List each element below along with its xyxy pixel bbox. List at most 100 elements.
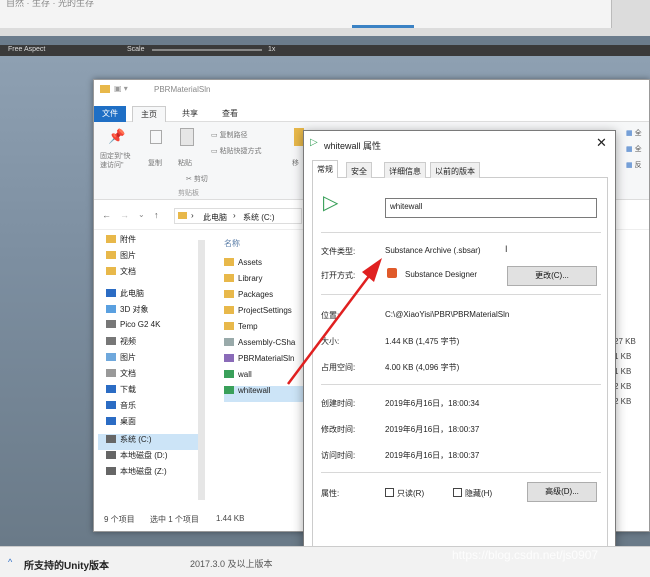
clipboard-group-label: 剪贴板 (178, 190, 199, 197)
nav-scrollbar[interactable] (198, 240, 205, 500)
change-button[interactable]: 更改(C)... (507, 266, 597, 286)
nav-item[interactable]: 桌面 (106, 416, 136, 432)
checkbox-box (453, 488, 462, 497)
tab-home[interactable]: 主页 (132, 106, 166, 122)
file-list-item[interactable]: ProjectSettings (224, 306, 292, 322)
nav-item[interactable]: 下载 (106, 384, 136, 400)
up-arrow-icon[interactable]: ↑ (154, 210, 159, 220)
separator (321, 232, 601, 233)
nav-item[interactable]: 系统 (C:) (98, 434, 198, 450)
file-list-item[interactable]: Packages (224, 290, 273, 306)
file-size: 27 KB (614, 337, 636, 346)
nav-item[interactable]: 本地磁盘 (D:) (106, 450, 168, 466)
select-none-label: 全 (634, 146, 642, 153)
pin-icon: 📌 (108, 128, 126, 144)
breadcrumb[interactable]: › 此电脑 › 系统 (C:) (174, 208, 302, 224)
aspect-dropdown[interactable]: Free Aspect (8, 46, 45, 53)
file-icon (224, 322, 234, 330)
nav-item-label: 此电脑 (120, 289, 144, 298)
nav-item[interactable]: Pico G2 4K (106, 320, 160, 336)
breadcrumb-this-pc[interactable]: 此电脑 (203, 212, 227, 223)
nav-item[interactable]: 此电脑 (106, 288, 144, 304)
tab-details[interactable]: 详细信息 (384, 162, 426, 178)
nav-item[interactable]: 附件 (106, 234, 136, 250)
separator (321, 472, 601, 473)
file-list-item[interactable]: PBRMaterialSln (224, 354, 294, 370)
advanced-button[interactable]: 高级(D)... (527, 482, 597, 502)
nav-item-icon (106, 401, 116, 409)
tab-security[interactable]: 安全 (346, 162, 372, 178)
readonly-checkbox[interactable]: 只读(R) (385, 488, 424, 499)
nav-item-label: 视频 (120, 337, 136, 346)
copy-path-button[interactable]: ▭ 复制路径 (211, 130, 248, 140)
hidden-checkbox[interactable]: 隐藏(H) (453, 488, 492, 499)
scale-slider[interactable] (152, 49, 262, 51)
file-list-item[interactable]: Temp (224, 322, 258, 338)
invert-selection-label: 反 (634, 162, 642, 169)
file-name: Assembly-CSha (238, 338, 296, 347)
nav-item-icon (106, 267, 116, 275)
back-arrow-icon[interactable]: ← (102, 210, 111, 220)
recent-chevron-icon[interactable]: ⌄ (138, 210, 145, 219)
forward-arrow-icon[interactable]: → (120, 210, 129, 220)
file-list-item[interactable]: Assets (224, 258, 262, 274)
file-size: 2 KB (614, 397, 632, 406)
nav-item[interactable]: 音乐 (106, 400, 136, 416)
copy-button[interactable]: 复制 (148, 158, 162, 168)
explorer-titlebar: ▣ ▾ PBRMaterialSln (94, 80, 649, 102)
tab-general[interactable]: 常规 (312, 160, 338, 178)
file-name: Packages (238, 290, 274, 299)
move-to-button[interactable]: 移 (292, 158, 299, 168)
attributes-label: 属性: (321, 489, 340, 498)
paste-button[interactable]: 粘贴 (178, 158, 192, 168)
tab-view[interactable]: 查看 (214, 106, 246, 122)
nav-item[interactable]: 3D 对象 (106, 304, 148, 320)
nav-item[interactable]: 图片 (106, 352, 136, 368)
file-name: whitewall (238, 386, 271, 395)
file-list-item[interactable]: wall (224, 370, 252, 386)
tab-previous-versions[interactable]: 以前的版本 (430, 162, 480, 178)
nav-item[interactable]: 本地磁盘 (Z:) (106, 466, 167, 482)
filename-input[interactable]: whitewall (385, 198, 597, 218)
invert-selection-button[interactable]: ▦ 反 (626, 160, 642, 170)
text-cursor-icon: I (505, 244, 508, 254)
nav-item-icon (106, 467, 116, 475)
paste-shortcut-button[interactable]: ▭ 粘贴快捷方式 (211, 146, 262, 156)
collapse-icon[interactable]: ^ (8, 557, 12, 567)
cut-button[interactable]: ✂ 剪切 (186, 174, 208, 184)
select-all-button[interactable]: ▦ 全 (626, 128, 642, 138)
nav-item-label: 附件 (120, 235, 136, 244)
pin-quick-access-button[interactable]: 固定到"快 速访问" (100, 152, 144, 170)
modified-label: 修改时间: (321, 425, 356, 434)
tab-share[interactable]: 共享 (174, 106, 206, 122)
nav-item[interactable]: 图片 (106, 250, 136, 266)
tab-file[interactable]: 文件 (94, 106, 126, 122)
file-list-item[interactable]: whitewall (224, 386, 310, 402)
nav-item[interactable]: 视频 (106, 336, 136, 352)
nav-item-label: Pico G2 4K (120, 320, 161, 329)
breadcrumb-drive-c[interactable]: 系统 (C:) (243, 212, 275, 223)
watermark: https://blog.csdn.net/js0907 (452, 548, 599, 562)
size-on-disk-label: 占用空间: (321, 363, 356, 372)
select-none-button[interactable]: ▦ 全 (626, 144, 642, 154)
close-icon[interactable]: ✕ (596, 135, 607, 151)
readonly-label: 只读(R) (397, 489, 425, 498)
modified-value: 2019年6月16日，18:00:37 (385, 425, 480, 434)
file-list-item[interactable]: Library (224, 274, 262, 290)
copy-icon (150, 130, 162, 144)
nav-item[interactable]: 文档 (106, 368, 136, 384)
substance-file-icon: ▷ (323, 192, 339, 214)
breadcrumb-separator-icon: › (233, 211, 236, 220)
separator (321, 384, 601, 385)
nav-item-label: 图片 (120, 251, 136, 260)
nav-item-label: 本地磁盘 (D:) (120, 451, 168, 460)
file-list: 名称 Assets Library Packages ProjectSettings T… (222, 230, 312, 510)
paste-shortcut-label: 粘贴快捷方式 (219, 148, 262, 155)
column-header-name[interactable]: 名称 (224, 238, 240, 249)
quick-access-toolbar-icon[interactable]: ▣ ▾ (114, 84, 128, 93)
nav-item-icon (106, 251, 116, 259)
supported-unity-value: 2017.3.0 及以上版本 (190, 559, 273, 569)
breadcrumb-chevron-icon: › (191, 211, 194, 220)
nav-item[interactable]: 文档 (106, 266, 136, 282)
file-list-item[interactable]: Assembly-CSha (224, 338, 295, 354)
